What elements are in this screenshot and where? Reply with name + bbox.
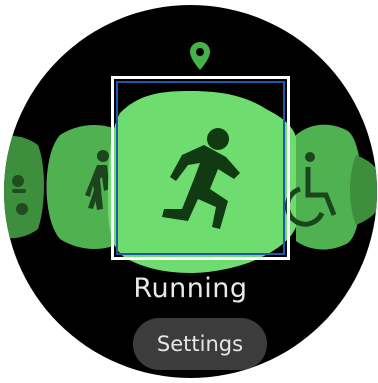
activity-label: Running: [133, 273, 248, 304]
settings-button[interactable]: Settings: [133, 318, 267, 370]
watch-face: Running Settings: [4, 5, 377, 378]
carousel-item-running[interactable]: [108, 91, 300, 273]
carousel-item-next[interactable]: [350, 155, 377, 225]
carousel-item-cycling[interactable]: [4, 135, 44, 239]
screen: Running Settings: [0, 0, 378, 383]
